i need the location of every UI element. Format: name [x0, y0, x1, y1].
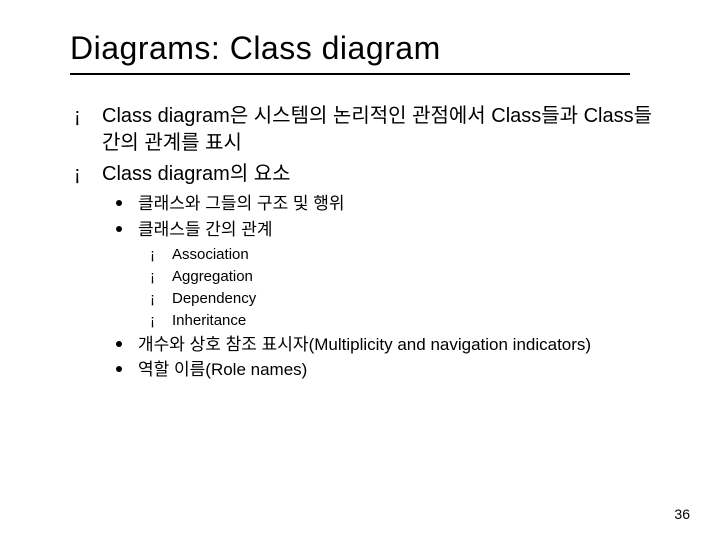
- list-item: Inheritance: [138, 310, 660, 331]
- list-item: Class diagram의 요소 클래스와 그들의 구조 및 행위 클래스들 …: [70, 161, 660, 382]
- list-item: 클래스와 그들의 구조 및 행위: [102, 192, 660, 216]
- slide-title: Diagrams: Class diagram: [70, 30, 660, 67]
- list-item: Dependency: [138, 288, 660, 309]
- bullet-text: 역할 이름(Role names): [138, 360, 307, 379]
- list-item: Association: [138, 244, 660, 265]
- slide: Diagrams: Class diagram Class diagram은 시…: [0, 0, 720, 540]
- bullet-list-level-1: Class diagram은 시스템의 논리적인 관점에서 Class들과 Cl…: [70, 103, 660, 382]
- list-item: 클래스들 간의 관계 Association Aggregation Depen…: [102, 218, 660, 331]
- bullet-text: Dependency: [172, 290, 256, 307]
- bullet-text: 개수와 상호 참조 표시자(Multiplicity and navigatio…: [138, 335, 591, 354]
- bullet-text: Inheritance: [172, 312, 246, 329]
- bullet-text: Aggregation: [172, 268, 253, 285]
- list-item: Aggregation: [138, 266, 660, 287]
- list-item: 역할 이름(Role names): [102, 358, 660, 382]
- list-item: Class diagram은 시스템의 논리적인 관점에서 Class들과 Cl…: [70, 103, 660, 157]
- bullet-text: 클래스들 간의 관계: [138, 220, 273, 239]
- bullet-text: 클래스와 그들의 구조 및 행위: [138, 194, 345, 213]
- title-rule: [70, 73, 630, 75]
- list-item: 개수와 상호 참조 표시자(Multiplicity and navigatio…: [102, 333, 660, 357]
- bullet-list-level-2: 클래스와 그들의 구조 및 행위 클래스들 간의 관계 Association …: [102, 192, 660, 382]
- page-number: 36: [674, 506, 690, 522]
- bullet-text: Class diagram의 요소: [102, 163, 291, 185]
- bullet-list-level-3: Association Aggregation Dependency Inher…: [138, 244, 660, 331]
- bullet-text: Association: [172, 246, 249, 263]
- bullet-text: Class diagram은 시스템의 논리적인 관점에서 Class들과 Cl…: [102, 105, 652, 154]
